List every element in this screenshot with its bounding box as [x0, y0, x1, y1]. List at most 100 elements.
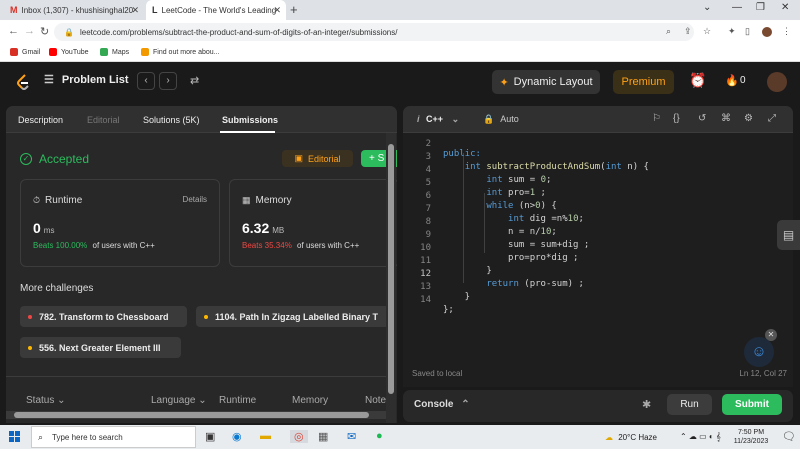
code-icon: i — [417, 114, 420, 124]
search-placeholder: Type here to search — [52, 432, 123, 442]
search-icon[interactable]: ⌕ — [666, 26, 671, 37]
youtube-icon — [49, 48, 57, 56]
new-tab-icon[interactable]: + — [290, 2, 298, 17]
lock-icon: 🔒 — [483, 114, 495, 124]
bookmark-find-out-more[interactable]: Find out more abou... — [141, 48, 220, 56]
close-window-icon[interactable]: ✕ — [781, 2, 789, 13]
next-problem-icon[interactable]: › — [159, 72, 177, 90]
bookmark-youtube[interactable]: YouTube — [49, 48, 89, 56]
tab-submissions[interactable]: Submissions — [222, 115, 278, 125]
menu-icon[interactable]: ⋮ — [782, 26, 791, 37]
weather-widget[interactable]: ☁ 20°C Haze — [605, 433, 657, 442]
spotify-icon[interactable]: ● — [376, 430, 383, 442]
chrome-icon[interactable]: ◎ — [290, 430, 308, 443]
alarm-clock-icon[interactable]: ⏰ — [689, 72, 706, 89]
run-label: Run — [680, 399, 699, 410]
store-icon[interactable]: ▦ — [318, 430, 328, 443]
task-view-icon[interactable]: ▣ — [205, 430, 215, 443]
notification-icon[interactable]: 🗨 — [782, 430, 796, 443]
bug-icon[interactable]: ✱ — [642, 398, 651, 411]
tab-underline — [220, 131, 275, 133]
code-line: 11 } — [403, 246, 793, 276]
bookmark-icon[interactable]: ⚐ — [652, 113, 661, 124]
console-bar: Console ⌃ ✱ Run Submit — [403, 390, 793, 422]
run-button[interactable]: Run — [667, 394, 712, 415]
bookmark-maps[interactable]: Maps — [100, 48, 129, 56]
prev-problem-icon[interactable]: ‹ — [137, 72, 155, 90]
clock[interactable]: 7:50 PM 11/23/2023 — [728, 428, 774, 446]
dynamic-layout-button[interactable]: ✦ Dynamic Layout — [492, 70, 600, 94]
gmail-icon — [10, 48, 18, 56]
memory-card[interactable]: ▦ Memory 6.32 MB Beats 35.34% of users wi… — [229, 179, 397, 267]
sidepanel-icon[interactable]: ▯ — [745, 26, 750, 37]
challenge-chip[interactable]: 556. Next Greater Element III — [20, 337, 181, 358]
tab-leetcode[interactable]: L LeetCode - The World's Leading ✕ — [146, 0, 286, 20]
restore-icon[interactable]: ❐ — [756, 2, 765, 13]
cursor-position: Ln 12, Col 27 — [739, 369, 787, 378]
forward-icon[interactable]: → — [24, 25, 35, 37]
side-panel-tab[interactable]: ▤ — [777, 220, 800, 250]
challenge-chip[interactable]: 1104. Path In Zigzag Labelled Binary T — [196, 306, 396, 327]
bookmark-gmail[interactable]: Gmail — [10, 48, 40, 56]
file-explorer-icon[interactable]: ▬ — [260, 430, 271, 442]
back-icon[interactable]: ← — [8, 25, 19, 37]
haze-icon: ☁ — [605, 433, 613, 442]
problem-list-link[interactable]: ☰ Problem List — [44, 73, 129, 87]
url-field[interactable]: 🔒 leetcode.com/problems/subtract-the-pro… — [54, 23, 694, 41]
reset-icon[interactable]: ↺ — [698, 113, 706, 124]
difficulty-dot — [204, 314, 208, 319]
chat-icon[interactable]: ☺ — [744, 337, 774, 367]
settings-icon[interactable]: ⚙ — [744, 113, 753, 124]
challenge-chip[interactable]: 782. Transform to Chessboard — [20, 306, 187, 327]
shuffle-icon[interactable]: ⇄ — [190, 74, 199, 87]
column-label: Status — [26, 395, 55, 406]
tab-solutions[interactable]: Solutions (5K) — [143, 115, 200, 125]
column-status[interactable]: Status ⌄ — [26, 395, 66, 406]
profile-avatar[interactable] — [762, 27, 772, 37]
bookmark-label: Find out more abou... — [153, 48, 220, 56]
tab-editorial[interactable]: Editorial — [87, 115, 120, 125]
share-icon[interactable]: ⇪ — [684, 26, 692, 37]
command-icon[interactable]: ⌘ — [721, 113, 731, 124]
editorial-button[interactable]: ▣ Editorial — [282, 150, 353, 167]
tab-description[interactable]: Description — [18, 115, 63, 125]
edge-icon[interactable]: ◉ — [232, 430, 242, 443]
console-toggle[interactable]: Console ⌃ — [414, 399, 470, 410]
mail-icon[interactable]: ✉ — [347, 430, 356, 443]
chip-icon: ▦ — [242, 195, 251, 205]
runtime-card[interactable]: ⏱ Runtime Details 0 ms Beats 100.00% of u… — [20, 179, 220, 267]
details-link[interactable]: Details — [183, 195, 207, 204]
code-line: 7 int dig =n%10; — [403, 194, 793, 224]
braces-icon[interactable]: {} — [673, 113, 680, 124]
premium-button[interactable]: Premium — [613, 70, 674, 94]
vertical-scrollbar[interactable] — [386, 133, 396, 423]
windows-start-icon[interactable] — [9, 431, 21, 443]
auto-mode[interactable]: 🔒 Auto — [483, 114, 519, 125]
leetcode-logo[interactable] — [16, 74, 30, 90]
language-select[interactable]: i C++ ⌄ — [417, 114, 459, 125]
code-line: 13 } — [403, 272, 793, 302]
fire-icon[interactable]: 🔥 — [725, 74, 739, 87]
column-runtime[interactable]: Runtime — [219, 395, 256, 406]
close-icon[interactable]: ✕ — [131, 5, 139, 16]
scrollbar-thumb[interactable] — [388, 144, 394, 394]
scrollbar-thumb[interactable] — [14, 412, 369, 418]
expand-icon[interactable]: ⤢ — [768, 113, 776, 124]
close-icon[interactable]: ✕ — [273, 5, 281, 16]
column-notes[interactable]: Note — [365, 395, 386, 406]
code-line: 14 }; — [403, 285, 793, 315]
reload-icon[interactable]: ↻ — [40, 25, 49, 38]
system-tray[interactable]: ⌃ ☁ ▭ ◐ 𝄞 — [680, 432, 721, 442]
minimize-icon[interactable]: — — [732, 2, 742, 13]
taskbar-search[interactable]: ⌕ Type here to search — [31, 426, 196, 448]
column-language[interactable]: Language ⌄ — [151, 395, 207, 406]
chevron-down-icon[interactable]: ⌄ — [703, 2, 711, 13]
avatar[interactable] — [767, 72, 787, 92]
star-icon[interactable]: ☆ — [703, 26, 711, 37]
submit-button[interactable]: Submit — [722, 394, 782, 415]
runtime-unit: ms — [43, 226, 55, 235]
column-memory[interactable]: Memory — [292, 395, 328, 406]
extensions-icon[interactable]: ✦ — [728, 26, 736, 37]
tab-gmail[interactable]: M Inbox (1,307) - khushisinghal20 ✕ — [4, 0, 144, 20]
horizontal-scrollbar[interactable] — [6, 411, 386, 419]
